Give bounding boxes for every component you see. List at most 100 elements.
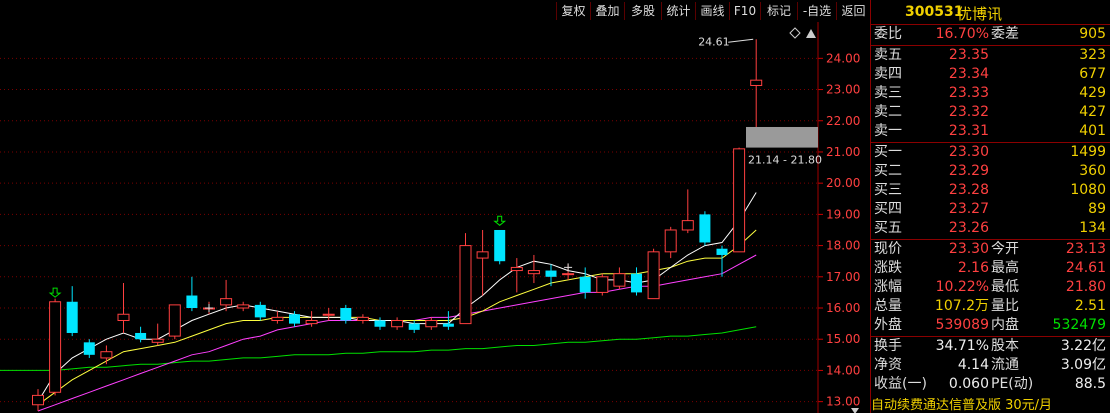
toolbar: 复权 叠加 多股 统计 画线 F10 标记 -自选 返回 [0, 0, 870, 22]
candle-body-down[interactable] [135, 332, 147, 340]
quote-panel: 300531 优博讯 委比 16.70% 委差 905 卖五 23.35 323 卖四 23.3… [871, 0, 1110, 413]
candle-body-up[interactable] [356, 316, 369, 321]
candle-body-down[interactable] [579, 276, 591, 293]
row-label-2: 股本 [991, 338, 1019, 354]
quote-row: 现价 23.30 今开 23.13 [871, 240, 1110, 259]
candle-body-down[interactable] [494, 229, 506, 262]
candle-body-down[interactable] [289, 314, 300, 324]
level-volume: 360 [1079, 163, 1106, 179]
y-tick-label: 15.00 [826, 332, 860, 346]
candle-body-down[interactable] [186, 295, 198, 309]
kline-chart[interactable]: 24.00 23.00 22.00 21.00 20.00 19.00 18.00 17.00… [0, 22, 870, 413]
candle-body-up[interactable] [391, 319, 404, 328]
row-value-2: 3.22亿 [1060, 338, 1106, 354]
candle-body-up[interactable] [613, 273, 626, 287]
y-tick-label: 17.00 [826, 270, 860, 284]
quote-row: 外盘 539089 内盘 532479 [871, 316, 1110, 335]
candle-body-down[interactable] [340, 308, 352, 321]
candle-body-up[interactable] [322, 313, 335, 316]
toolbar-button-3[interactable]: 统计 [661, 2, 695, 20]
y-tick-label: 20.00 [826, 176, 860, 190]
candle-body-up[interactable] [425, 319, 438, 328]
toolbar-button-5[interactable]: F10 [729, 2, 760, 20]
diamond-icon[interactable] [789, 27, 801, 39]
candle-body-up[interactable] [476, 251, 489, 259]
toolbar-button-8[interactable]: 返回 [836, 2, 870, 20]
row-label-2: PE(动) [991, 376, 1034, 392]
candle-body-up[interactable] [681, 220, 694, 231]
row-label-2: 内盘 [991, 317, 1019, 333]
row-value-2: 2.51 [1074, 298, 1106, 314]
candle-body-up[interactable] [32, 394, 44, 406]
row-value-2: 3.09亿 [1060, 357, 1106, 373]
level-volume: 1080 [1070, 182, 1106, 198]
level-volume: 1499 [1070, 144, 1106, 160]
y-tick-label: 16.00 [826, 301, 860, 315]
scroll-up-icon[interactable] [806, 29, 816, 38]
candle-body-down[interactable] [699, 214, 711, 243]
candle-body-up[interactable] [220, 298, 233, 306]
row-value-2: 532479 [1052, 317, 1106, 333]
level-price: 23.29 [948, 163, 989, 179]
toolbar-button-4[interactable]: 画线 [695, 2, 729, 20]
row-value: 34.71% [935, 338, 989, 354]
y-tick-label: 24.00 [826, 51, 860, 65]
candle-body-down[interactable] [83, 342, 95, 355]
toolbar-button-7[interactable]: -自选 [797, 2, 836, 20]
order-book-row: 卖二 23.32 427 [871, 103, 1110, 122]
stock-name: 优博讯 [957, 5, 1003, 23]
toolbar-button-6[interactable]: 标记 [760, 2, 797, 20]
toolbar-button-1[interactable]: 叠加 [590, 2, 624, 20]
candle-body-up[interactable] [237, 304, 250, 309]
candle-body-down[interactable] [66, 301, 78, 333]
scroll-down-icon[interactable] [851, 408, 859, 413]
row-value: 2.16 [957, 260, 989, 276]
level-volume: 323 [1079, 47, 1106, 63]
candle-body-up[interactable] [459, 245, 472, 325]
candle-body-up[interactable] [305, 319, 318, 325]
row-label-2: 量比 [991, 298, 1019, 314]
order-book-row: 卖三 23.33 429 [871, 84, 1110, 103]
y-tick-label: 14.00 [826, 363, 860, 377]
order-book-row: 买二 23.29 360 [871, 162, 1110, 181]
level-volume: 677 [1079, 66, 1106, 82]
order-book-row: 买四 23.27 89 [871, 200, 1110, 219]
candle-body-up[interactable] [750, 79, 763, 86]
candle-body-up[interactable] [733, 148, 746, 253]
candle-body-down[interactable] [631, 273, 642, 293]
quote-row: 收益(一) 0.060 PE(动) 88.5 [871, 375, 1110, 394]
candle-body-up[interactable] [117, 313, 130, 321]
candle-body-up[interactable] [151, 338, 164, 343]
candle-body-up[interactable] [647, 251, 660, 300]
row-value: 10.22% [935, 279, 989, 295]
candle-body-up[interactable] [664, 229, 677, 253]
row-value-2: 24.61 [1065, 260, 1106, 276]
candle-body-up[interactable] [168, 304, 181, 337]
row-value-2: 905 [1079, 26, 1106, 42]
toolbar-button-0[interactable]: 复权 [556, 2, 590, 20]
toolbar-button-2[interactable]: 多股 [624, 2, 661, 20]
quote-row: 换手 34.71% 股本 3.22亿 [871, 337, 1110, 356]
level-volume: 427 [1079, 104, 1106, 120]
y-tick-label: 22.00 [826, 114, 860, 128]
candle-body-down[interactable] [442, 323, 454, 327]
candle-body-up[interactable] [596, 276, 609, 293]
candle-body-up[interactable] [100, 351, 113, 359]
order-book-row: 买三 23.28 1080 [871, 181, 1110, 200]
candle-body-down[interactable] [254, 304, 266, 318]
gap-range-label: 21.14 - 21.80 [748, 154, 822, 167]
row-value: 539089 [935, 317, 989, 333]
candle-body-up[interactable] [562, 273, 575, 276]
ad-banner[interactable]: 自动续费通达信普及版 30元/月 [871, 398, 1110, 413]
candle-body-down[interactable] [374, 320, 386, 327]
candle-body-down[interactable] [545, 270, 557, 277]
candle-body-up[interactable] [49, 301, 62, 393]
level-price: 23.27 [948, 201, 989, 217]
level-volume: 134 [1079, 220, 1106, 236]
candle-body-down[interactable] [716, 248, 728, 255]
candle-body-up[interactable] [510, 266, 523, 272]
candle-body-up[interactable] [271, 316, 284, 321]
y-tick-label: 23.00 [826, 83, 860, 97]
candle-body-up[interactable] [527, 270, 540, 275]
candle-body-down[interactable] [408, 323, 420, 330]
